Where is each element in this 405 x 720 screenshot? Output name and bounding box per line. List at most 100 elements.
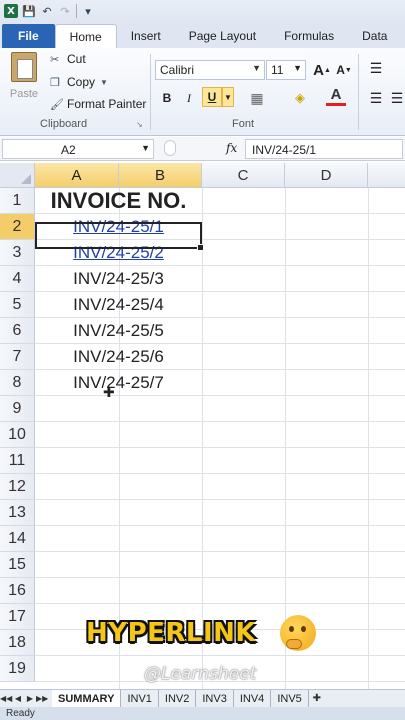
row-header-14[interactable]: 14 bbox=[0, 526, 35, 552]
invoice-cell[interactable]: INV/24-25/3 bbox=[36, 266, 201, 292]
insert-function-icon[interactable]: fx bbox=[226, 141, 237, 155]
align-center-icon[interactable]: ☰ bbox=[388, 88, 405, 108]
chevron-down-icon: ▼ bbox=[141, 143, 150, 153]
column-header-c[interactable]: C bbox=[202, 163, 285, 188]
sheet-tab-inv4[interactable]: INV4 bbox=[234, 690, 272, 707]
row-header-19[interactable]: 19 bbox=[0, 656, 35, 682]
excel-logo-icon: X bbox=[4, 4, 18, 18]
sheet-tab-inv5[interactable]: INV5 bbox=[271, 690, 309, 707]
underline-dropdown-icon[interactable]: ▼ bbox=[222, 87, 234, 107]
font-size-select[interactable]: 11 ▼ bbox=[266, 60, 306, 80]
undo-icon[interactable]: ↶ bbox=[40, 4, 54, 18]
align-top-icon[interactable]: ☰ bbox=[366, 58, 386, 78]
row-header-12[interactable]: 12 bbox=[0, 474, 35, 500]
sheet-tab-inv2[interactable]: INV2 bbox=[159, 690, 197, 707]
format-painter-button[interactable]: 🖌 Format Painter bbox=[50, 97, 146, 111]
row-header-6[interactable]: 6 bbox=[0, 318, 35, 344]
gridline bbox=[35, 421, 405, 422]
column-header-b[interactable]: B bbox=[119, 163, 202, 188]
paste-button[interactable]: Paste bbox=[8, 52, 40, 108]
scissors-icon: ✂ bbox=[50, 53, 60, 66]
paste-label: Paste bbox=[9, 88, 39, 100]
formula-input[interactable]: INV/24-25/1 bbox=[245, 139, 403, 159]
borders-icon[interactable]: ▦ bbox=[246, 88, 268, 108]
row-header-8[interactable]: 8 bbox=[0, 370, 35, 396]
quick-access-toolbar: X 💾 ↶ ↷ ▾ bbox=[0, 0, 405, 22]
column-header-a[interactable]: A bbox=[35, 163, 119, 188]
row-header-2[interactable]: 2 bbox=[0, 214, 35, 240]
column-title-cell[interactable]: INVOICE NO. bbox=[36, 188, 201, 214]
font-color-icon[interactable]: A bbox=[326, 86, 346, 106]
invoice-cell[interactable]: INV/24-25/7 bbox=[36, 370, 201, 396]
group-divider bbox=[358, 54, 359, 130]
column-header-e[interactable] bbox=[368, 163, 405, 188]
font-group-label: Font bbox=[232, 118, 255, 130]
row-header-4[interactable]: 4 bbox=[0, 266, 35, 292]
chevron-down-icon: ▼ bbox=[293, 63, 302, 73]
row-header-13[interactable]: 13 bbox=[0, 500, 35, 526]
italic-button[interactable]: I bbox=[180, 88, 198, 108]
fill-color-icon[interactable]: ◈ bbox=[290, 88, 310, 108]
sheet-tab-summary[interactable]: SUMMARY bbox=[52, 690, 122, 707]
row-header-3[interactable]: 3 bbox=[0, 240, 35, 266]
row-header-11[interactable]: 11 bbox=[0, 448, 35, 474]
tab-formulas[interactable]: Formulas bbox=[270, 24, 348, 48]
row-header-7[interactable]: 7 bbox=[0, 344, 35, 370]
toolbar-divider bbox=[76, 4, 77, 18]
invoice-cell[interactable]: INV/24-25/4 bbox=[36, 292, 201, 318]
row-header-5[interactable]: 5 bbox=[0, 292, 35, 318]
copy-label: Copy bbox=[67, 75, 96, 89]
cut-button[interactable]: ✂ Cut bbox=[50, 52, 86, 66]
font-size-value: 11 bbox=[271, 63, 284, 77]
gridline bbox=[285, 188, 286, 689]
tab-home[interactable]: Home bbox=[54, 24, 117, 48]
chevron-down-icon: ▼ bbox=[100, 77, 108, 87]
row-header-18[interactable]: 18 bbox=[0, 630, 35, 656]
group-divider bbox=[150, 54, 151, 130]
save-icon[interactable]: 💾 bbox=[22, 4, 36, 18]
row-header-9[interactable]: 9 bbox=[0, 396, 35, 422]
bold-button[interactable]: B bbox=[158, 88, 176, 108]
tab-page-layout[interactable]: Page Layout bbox=[175, 24, 270, 48]
tab-data[interactable]: Data bbox=[348, 24, 401, 48]
gridline bbox=[35, 551, 405, 552]
insert-sheet-icon[interactable]: ✚ bbox=[309, 693, 325, 704]
font-name-select[interactable]: Calibri ▼ bbox=[155, 60, 265, 80]
ribbon-home: Paste ✂ Cut ❐ Copy ▼ 🖌 Format Painter Cl… bbox=[0, 48, 405, 136]
tab-insert[interactable]: Insert bbox=[117, 24, 175, 48]
increase-font-icon[interactable]: A ▲ bbox=[312, 60, 332, 80]
row-header-17[interactable]: 17 bbox=[0, 604, 35, 630]
decrease-font-icon[interactable]: A ▼ bbox=[334, 60, 354, 80]
gridline bbox=[35, 655, 405, 656]
column-header-d[interactable]: D bbox=[285, 163, 368, 188]
invoice-cell[interactable]: INV/24-25/5 bbox=[36, 318, 201, 344]
next-sheet-icon[interactable]: ▶ bbox=[24, 694, 36, 703]
dialog-launcher-icon[interactable]: ↘ bbox=[136, 120, 143, 129]
prev-sheet-icon[interactable]: ◀ bbox=[12, 694, 24, 703]
align-left-icon[interactable]: ☰ bbox=[366, 88, 386, 108]
worksheet-grid: A B C D 1 2 3 4 5 6 7 8 9 10 11 12 13 14 15 16 17 18 19 INV… bbox=[0, 163, 405, 689]
row-header-1[interactable]: 1 bbox=[0, 188, 35, 214]
invoice-cell[interactable]: INV/24-25/6 bbox=[36, 344, 201, 370]
tab-file[interactable]: File bbox=[2, 24, 55, 48]
gridline bbox=[368, 188, 369, 689]
row-header-16[interactable]: 16 bbox=[0, 578, 35, 604]
name-box[interactable]: A2 ▼ bbox=[2, 139, 154, 159]
sheet-tab-inv1[interactable]: INV1 bbox=[121, 690, 159, 707]
last-sheet-icon[interactable]: ▶▶ bbox=[36, 694, 48, 703]
underline-button[interactable]: U bbox=[202, 87, 222, 107]
selected-cell[interactable] bbox=[35, 222, 204, 251]
watermark: @Learnsheet bbox=[144, 664, 257, 684]
customize-toolbar-icon[interactable]: ▾ bbox=[81, 4, 95, 18]
paintbrush-icon: 🖌 bbox=[50, 98, 64, 111]
formula-bar: A2 ▼ fx INV/24-25/1 bbox=[0, 137, 405, 161]
copy-button[interactable]: ❐ Copy ▼ bbox=[50, 75, 112, 89]
expand-handle-icon[interactable] bbox=[164, 140, 176, 156]
row-header-15[interactable]: 15 bbox=[0, 552, 35, 578]
sheet-tab-inv3[interactable]: INV3 bbox=[196, 690, 234, 707]
ribbon-tabs: File Home Insert Page Layout Formulas Da… bbox=[0, 22, 405, 48]
redo-icon[interactable]: ↷ bbox=[58, 4, 72, 18]
select-all-button[interactable] bbox=[0, 163, 35, 188]
first-sheet-icon[interactable]: ◀◀ bbox=[0, 694, 12, 703]
row-header-10[interactable]: 10 bbox=[0, 422, 35, 448]
